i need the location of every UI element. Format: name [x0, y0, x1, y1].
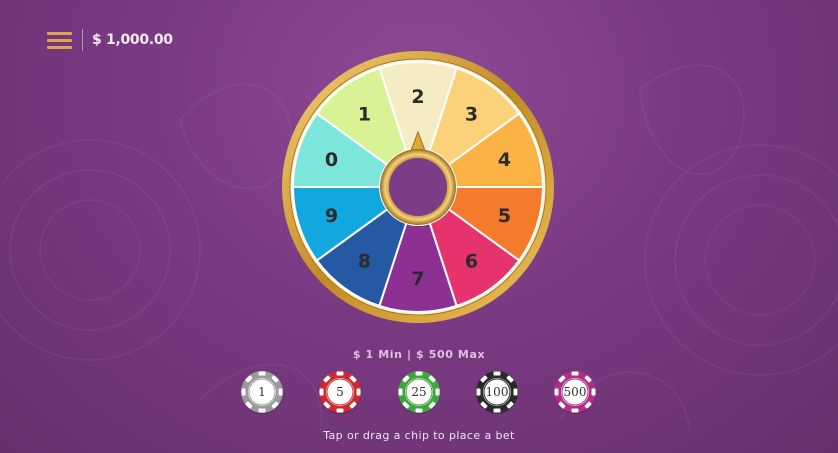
hamburger-menu-icon[interactable]: [47, 30, 72, 50]
chip-value: 5: [336, 385, 344, 399]
balance-display: $ 1,000.00: [92, 32, 173, 48]
wheel-number-5: 5: [498, 205, 511, 227]
wheel-number-0: 0: [325, 149, 338, 171]
chip-value: 1: [258, 385, 266, 399]
chip-value: 25: [411, 385, 427, 399]
prize-wheel[interactable]: 2 3 4 5 6 7 8 9 0 1: [281, 50, 555, 324]
wheel-number-9: 9: [325, 205, 338, 227]
chip-25[interactable]: 25: [397, 370, 441, 414]
wheel-number-7: 7: [411, 268, 424, 290]
bet-limits: $ 1 Min | $ 500 Max: [352, 348, 486, 361]
wheel-center: [389, 158, 447, 216]
wheel-number-3: 3: [465, 103, 478, 125]
chip-hint: Tap or drag a chip to place a bet: [323, 429, 515, 442]
chip-5[interactable]: 5: [318, 370, 362, 414]
header-divider: [82, 29, 83, 51]
wheel-number-4: 4: [498, 149, 511, 171]
chip-value: 100: [485, 385, 509, 399]
top-bar: $ 1,000.00: [47, 28, 173, 52]
chip-100[interactable]: 100: [475, 370, 519, 414]
wheel-number-2: 2: [411, 86, 424, 108]
chip-500[interactable]: 500: [553, 370, 597, 414]
wheel-number-8: 8: [358, 251, 371, 273]
wheel-number-1: 1: [358, 103, 371, 125]
wheel-number-6: 6: [465, 251, 478, 273]
chip-value: 500: [563, 385, 587, 399]
chip-1[interactable]: 1: [240, 370, 284, 414]
